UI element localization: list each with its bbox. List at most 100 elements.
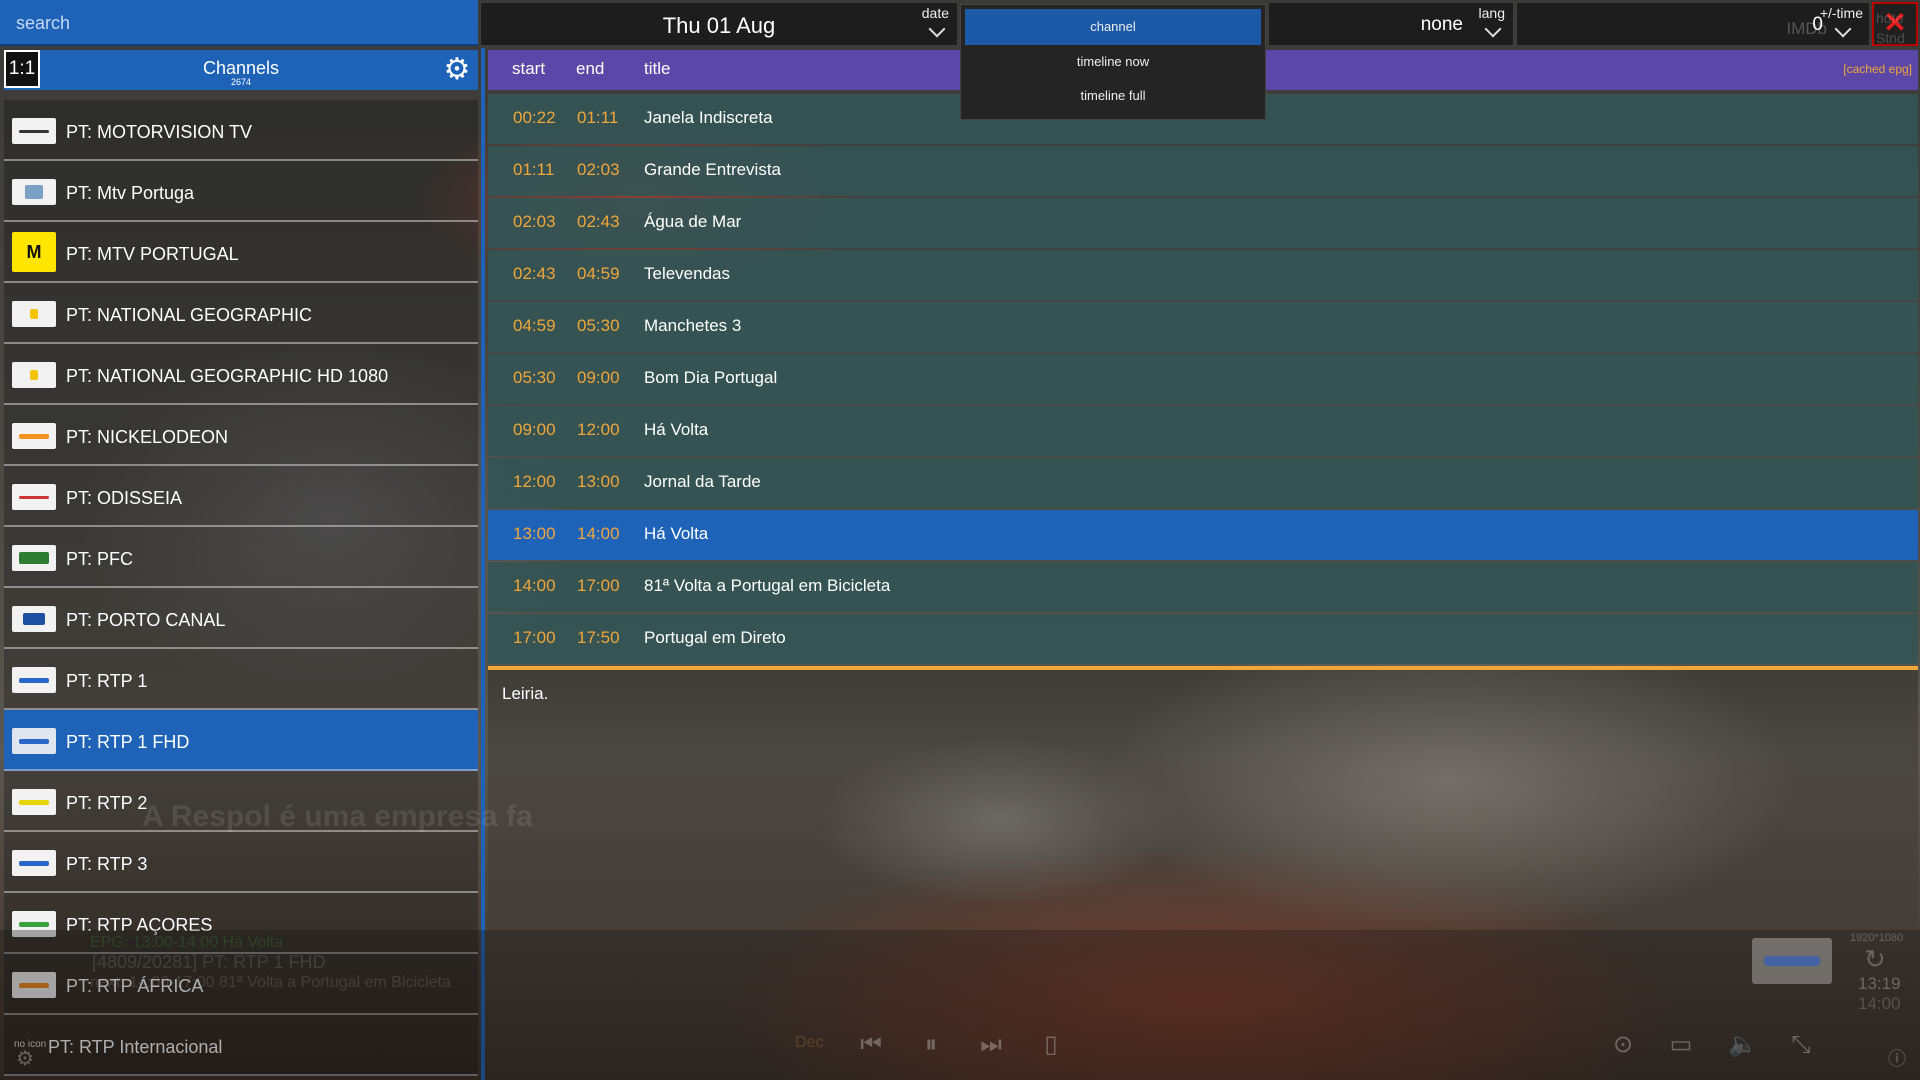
title-column-header: title: [644, 59, 671, 78]
channel-item[interactable]: PT: NATIONAL GEOGRAPHIC HD 1080: [4, 344, 478, 405]
end-time: 13:00: [577, 472, 620, 491]
rtp1-logo-icon: [12, 667, 56, 693]
pause-icon[interactable]: ⏸: [918, 1032, 944, 1058]
natgeo-hd-logo-icon: [12, 362, 56, 388]
channel-count: 2674: [230, 77, 252, 87]
channel-name: PT: ODISSEIA: [66, 488, 183, 508]
end-time: 12:00: [577, 420, 620, 439]
resolution-label: 1920*1080: [1850, 932, 1904, 944]
program-title: Água de Mar: [644, 212, 742, 231]
lang-selector[interactable]: none lang: [1268, 2, 1514, 46]
clock-label: 13:19: [1858, 974, 1901, 993]
start-time: 04:59: [513, 316, 556, 335]
channels-title: Channels: [202, 58, 280, 78]
date-label: date: [921, 5, 949, 21]
program-title: Bom Dia Portugal: [644, 368, 778, 387]
settings-gear-icon[interactable]: ⚙: [12, 1046, 38, 1072]
epg-row[interactable]: 09:00 12:00 Há Volta: [488, 406, 1918, 456]
volume-icon[interactable]: 🔈: [1728, 1032, 1758, 1058]
start-time: 17:00: [513, 628, 556, 647]
epg-row[interactable]: 04:59 05:30 Manchetes 3: [488, 302, 1918, 352]
channel-item[interactable]: PT: NICKELODEON: [4, 405, 478, 466]
date-selector[interactable]: Thu 01 Aug date: [480, 2, 958, 46]
program-title: Jornal da Tarde: [644, 472, 761, 491]
cast-icon[interactable]: ▭: [1668, 1032, 1694, 1058]
program-description: Leiria.: [488, 670, 1918, 930]
channel-name: PT: Mtv Portuga: [66, 183, 195, 203]
layout-icon[interactable]: ▯: [1038, 1032, 1064, 1058]
channel-name: PT: NICKELODEON: [66, 427, 229, 447]
gear-icon[interactable]: ⚙: [442, 55, 472, 85]
skip-forward-icon[interactable]: ⏭: [978, 1032, 1004, 1058]
start-time: 00:22: [513, 108, 556, 127]
menu-item-channel[interactable]: channel: [965, 9, 1261, 45]
channel-item[interactable]: PT: NATIONAL GEOGRAPHIC: [4, 283, 478, 344]
end-time: 04:59: [577, 264, 620, 283]
skip-back-icon[interactable]: ⏮: [858, 1032, 884, 1058]
cached-epg-label: [cached epg]: [1843, 62, 1912, 76]
end-time: 02:43: [577, 212, 620, 231]
program-title: Manchetes 3: [644, 316, 742, 335]
end-time: 09:00: [577, 368, 620, 387]
side-label-2: Stnd: [1876, 30, 1905, 46]
epg-row[interactable]: 17:00 17:50 Portugal em Direto: [488, 614, 1918, 664]
chevron-down-icon: [1834, 20, 1852, 38]
rtp2-logo-icon: [12, 789, 56, 815]
epg-row-selected[interactable]: 13:00 14:00 Há Volta: [488, 510, 1918, 560]
epg-row[interactable]: 14:00 17:00 81ª Volta a Portugal em Bici…: [488, 562, 1918, 612]
chevron-down-icon: [1484, 20, 1502, 38]
start-time: 14:00: [513, 576, 556, 595]
epg-row[interactable]: 02:03 02:43 Água de Mar: [488, 198, 1918, 248]
channel-item[interactable]: PT: PORTO CANAL: [4, 588, 478, 649]
channel-item[interactable]: PT: Mtv Portuga: [4, 161, 478, 222]
end-column-header: end: [576, 59, 605, 78]
start-time: 05:30: [513, 368, 556, 387]
mtv-logo-icon: M: [12, 232, 56, 272]
channel-name: PT: RTP 1: [66, 671, 148, 691]
search-input[interactable]: search: [0, 0, 478, 46]
program-title: Janela Indiscreta: [644, 108, 773, 127]
channel-name: PT: MTV PORTUGAL: [66, 244, 239, 264]
channel-item[interactable]: M PT: MTV PORTUGAL: [4, 222, 478, 283]
channel-item[interactable]: PT: RTP 1: [4, 649, 478, 710]
channel-name: PT: NATIONAL GEOGRAPHIC HD 1080: [66, 366, 389, 386]
program-title: Portugal em Direto: [644, 628, 786, 647]
program-title: Televendas: [644, 264, 731, 283]
end-time: 17:00: [577, 576, 620, 595]
channel-info-text: [4809/20281] PT: RTP 1 FHD: [92, 952, 326, 972]
channel-item[interactable]: PT: MOTORVISION TV: [4, 100, 478, 161]
channel-name: PT: PFC: [66, 549, 134, 569]
info-icon[interactable]: ⓘ: [1884, 1046, 1910, 1072]
menu-item-timeline-full[interactable]: timeline full: [961, 79, 1265, 113]
epg-now-text: EPG: 13:00-14:00 Há Volta: [90, 934, 284, 951]
rtp1-logo-icon: [12, 728, 56, 754]
decoder-label[interactable]: Dec: [795, 1034, 823, 1052]
channel-name: PT: RTP 1 FHD: [66, 732, 190, 752]
channel-item[interactable]: PT: RTP 3: [4, 832, 478, 893]
start-time: 12:00: [513, 472, 556, 491]
fullscreen-exit-icon[interactable]: ⤡: [1788, 1032, 1814, 1058]
play-circle-icon[interactable]: ⊙: [1610, 1032, 1636, 1058]
channel-name: PT: MOTORVISION TV: [66, 122, 253, 142]
program-title: Há Volta: [644, 524, 709, 543]
epg-row[interactable]: 02:43 04:59 Televendas: [488, 250, 1918, 300]
epg-row[interactable]: 01:11 02:03 Grande Entrevista: [488, 146, 1918, 196]
end-time: 14:00: [577, 524, 620, 543]
epg-row[interactable]: 12:00 13:00 Jornal da Tarde: [488, 458, 1918, 508]
start-time: 02:03: [513, 212, 556, 231]
channel-item[interactable]: PT: PFC: [4, 527, 478, 588]
description-text: Leiria.: [502, 684, 549, 703]
refresh-icon[interactable]: ↻: [1864, 944, 1886, 975]
mtv-portuga-logo-icon: [12, 179, 56, 205]
time-offset-selector[interactable]: IMDb 0 +/-time: [1516, 2, 1870, 46]
lang-value: none: [1420, 14, 1463, 35]
panel-divider: [481, 48, 485, 1080]
side-label: hoto: [1876, 10, 1904, 26]
menu-item-timeline-now[interactable]: timeline now: [961, 45, 1265, 79]
channel-name: PT: NATIONAL GEOGRAPHIC: [66, 305, 313, 325]
odisseia-logo-icon: [12, 484, 56, 510]
epg-row[interactable]: 05:30 09:00 Bom Dia Portugal: [488, 354, 1918, 404]
channel-name: PT: PORTO CANAL: [66, 610, 226, 630]
channel-item[interactable]: PT: ODISSEIA: [4, 466, 478, 527]
channel-item[interactable]: PT: RTP 1 FHD: [4, 710, 478, 771]
